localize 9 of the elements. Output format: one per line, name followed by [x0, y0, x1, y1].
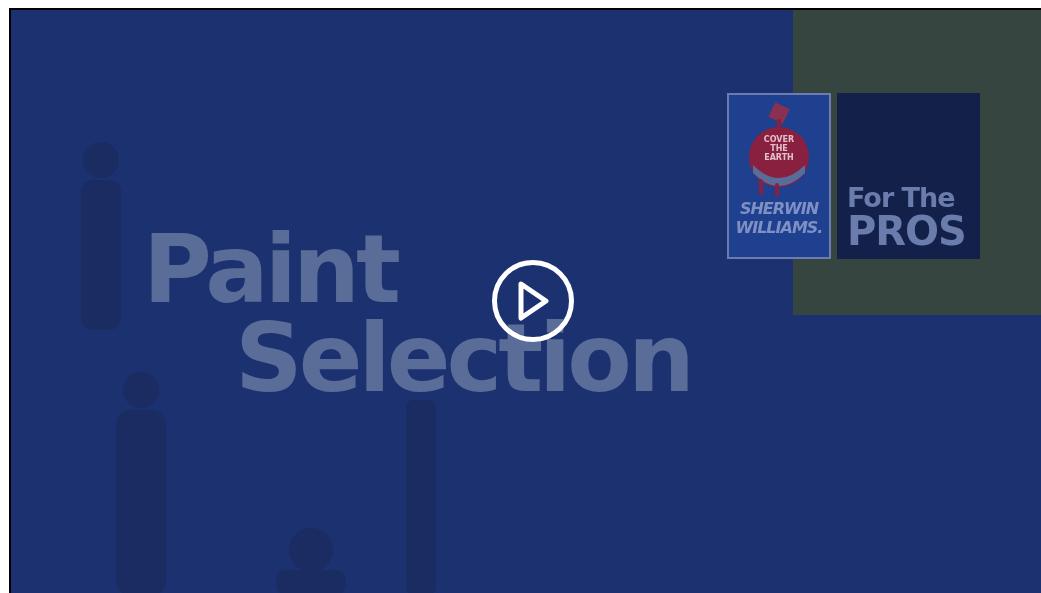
- tagline-text: For The: [847, 184, 955, 211]
- play-icon: [517, 281, 549, 321]
- brand-text: WILLIAMS.: [735, 218, 823, 237]
- logo-slogan: COVER THE EARTH: [762, 135, 796, 162]
- title-text: Paint: [143, 225, 397, 315]
- brand-text: SHERWIN: [738, 199, 820, 218]
- title-text: Selection: [235, 314, 691, 404]
- tagline-text: PROS: [847, 211, 966, 251]
- paint-globe-icon: [747, 103, 811, 199]
